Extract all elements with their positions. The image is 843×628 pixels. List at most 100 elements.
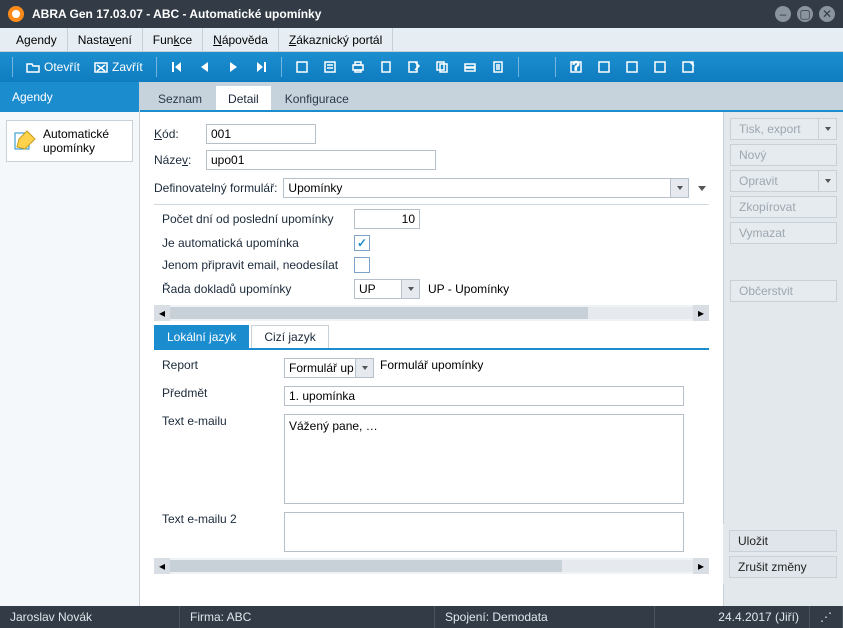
sidebar: Agendy Automatické upomínky bbox=[0, 82, 140, 606]
tb-help-4[interactable] bbox=[648, 56, 672, 78]
nav-prev-button[interactable] bbox=[193, 56, 217, 78]
doc-icon bbox=[295, 60, 309, 74]
tb-btn-2[interactable] bbox=[318, 56, 342, 78]
dni-input[interactable] bbox=[354, 209, 420, 229]
vymazat-button[interactable]: Vymazat bbox=[730, 222, 837, 244]
tab-konfigurace[interactable]: Konfigurace bbox=[273, 86, 361, 110]
predmet-input[interactable] bbox=[284, 386, 684, 406]
report-desc: Formulář upomínky bbox=[380, 358, 483, 372]
defform-dropdown-button[interactable] bbox=[670, 179, 688, 197]
zrusit-button[interactable]: Zrušit změny bbox=[729, 556, 837, 578]
status-user: Jaroslav Novák bbox=[0, 606, 180, 628]
jen-checkbox[interactable] bbox=[354, 257, 370, 273]
rada-value: UP bbox=[359, 282, 376, 296]
scroll-left-icon[interactable]: ◂ bbox=[154, 305, 170, 321]
kod-input[interactable] bbox=[206, 124, 316, 144]
toolbar: Otevřít Zavřít ? bbox=[0, 52, 843, 82]
status-firma: Firma: ABC bbox=[180, 606, 435, 628]
help2-icon bbox=[597, 60, 611, 74]
maximize-button[interactable]: ▢ bbox=[797, 6, 813, 22]
minimize-button[interactable]: – bbox=[775, 6, 791, 22]
tb-btn-4[interactable] bbox=[374, 56, 398, 78]
text1-textarea[interactable] bbox=[284, 414, 684, 504]
rada-combo[interactable]: UP bbox=[354, 279, 420, 299]
menu-napoveda[interactable]: Nápověda bbox=[203, 28, 279, 51]
sidebar-item-label: Automatické upomínky bbox=[43, 127, 126, 155]
open-button[interactable]: Otevřít bbox=[21, 56, 85, 78]
report-label: Report bbox=[154, 358, 284, 372]
sidebar-item-auto-upominky[interactable]: Automatické upomínky bbox=[6, 120, 133, 162]
status-spojeni: Spojení: Demodata bbox=[435, 606, 655, 628]
copy-icon bbox=[435, 60, 449, 74]
dni-label: Počet dní od poslední upomínky bbox=[154, 212, 354, 226]
hscroll-top[interactable]: ◂ ▸ bbox=[154, 305, 709, 321]
doc2-icon bbox=[323, 60, 337, 74]
open-label: Otevřít bbox=[44, 60, 80, 74]
scroll-right-icon[interactable]: ▸ bbox=[693, 305, 709, 321]
nav-next-icon bbox=[226, 60, 240, 74]
menu-portal[interactable]: Zákaznický portál bbox=[279, 28, 393, 51]
sidebar-header: Agendy bbox=[0, 82, 139, 112]
tisk-export-button[interactable]: Tisk, export bbox=[730, 118, 837, 140]
nav-first-button[interactable] bbox=[165, 56, 189, 78]
tb-help-3[interactable] bbox=[620, 56, 644, 78]
menu-funkce[interactable]: Funkce bbox=[143, 28, 203, 51]
tb-btn-7[interactable] bbox=[458, 56, 482, 78]
tb-help-2[interactable] bbox=[592, 56, 616, 78]
notepad-pencil-icon bbox=[13, 127, 37, 155]
close-button[interactable]: ✕ bbox=[819, 6, 835, 22]
nav-next-button[interactable] bbox=[221, 56, 245, 78]
predmet-label: Předmět bbox=[154, 386, 284, 400]
menu-nastaveni[interactable]: Nastavení bbox=[68, 28, 143, 51]
app-logo-icon bbox=[8, 6, 24, 22]
help4-icon bbox=[653, 60, 667, 74]
subtab-lokalni[interactable]: Lokální jazyk bbox=[154, 325, 249, 348]
folder-close-icon bbox=[94, 60, 108, 74]
defform-extra-dropdown[interactable] bbox=[695, 181, 709, 195]
scroll-left2-icon[interactable]: ◂ bbox=[154, 558, 170, 574]
tb-help-5[interactable] bbox=[676, 56, 700, 78]
rada-dropdown-button[interactable] bbox=[401, 280, 419, 298]
tb-help-1[interactable]: ? bbox=[564, 56, 588, 78]
right-action-panel: Tisk, export Nový Opravit Zkopírovat Vym… bbox=[723, 112, 843, 606]
defform-combo[interactable]: Upomínky bbox=[283, 178, 689, 198]
edit-icon bbox=[407, 60, 421, 74]
tb-copy-button[interactable] bbox=[430, 56, 454, 78]
tb-print-button[interactable] bbox=[346, 56, 370, 78]
report-value: Formulář up bbox=[289, 361, 354, 375]
nazev-label: Název: bbox=[154, 153, 206, 167]
page-icon bbox=[379, 60, 393, 74]
tab-detail[interactable]: Detail bbox=[216, 86, 271, 110]
report-dropdown-button[interactable] bbox=[355, 359, 373, 377]
text2-label: Text e-mailu 2 bbox=[154, 512, 284, 526]
zkopirovat-button[interactable]: Zkopírovat bbox=[730, 196, 837, 218]
opravit-split[interactable] bbox=[818, 171, 836, 191]
tab-seznam[interactable]: Seznam bbox=[146, 86, 214, 110]
main-tabs: Seznam Detail Konfigurace bbox=[140, 82, 723, 112]
tb-btn-1[interactable] bbox=[290, 56, 314, 78]
rada-label: Řada dokladů upomínky bbox=[154, 282, 354, 296]
tb-btn-8[interactable] bbox=[486, 56, 510, 78]
help1-icon: ? bbox=[569, 60, 583, 74]
ulozit-button[interactable]: Uložit bbox=[729, 530, 837, 552]
tisk-export-split[interactable] bbox=[818, 119, 836, 139]
text2-textarea[interactable] bbox=[284, 512, 684, 552]
print-icon bbox=[351, 60, 365, 74]
hscroll-bottom[interactable]: ◂ ▸ bbox=[154, 558, 709, 574]
nazev-input[interactable] bbox=[206, 150, 436, 170]
opravit-button[interactable]: Opravit bbox=[730, 170, 837, 192]
subtab-cizi[interactable]: Cizí jazyk bbox=[251, 325, 328, 348]
obcerstvit-button[interactable]: Občerstvit bbox=[730, 280, 837, 302]
close-agenda-button[interactable]: Zavřít bbox=[89, 56, 148, 78]
tb-edit-button[interactable] bbox=[402, 56, 426, 78]
nav-last-button[interactable] bbox=[249, 56, 273, 78]
defform-label: Definovatelný formulář: bbox=[154, 181, 277, 195]
auto-checkbox[interactable] bbox=[354, 235, 370, 251]
text1-label: Text e-mailu bbox=[154, 414, 284, 428]
novy-button[interactable]: Nový bbox=[730, 144, 837, 166]
report-combo[interactable]: Formulář up bbox=[284, 358, 374, 378]
stack-icon bbox=[463, 60, 477, 74]
menu-agendy[interactable]: Agendy bbox=[6, 28, 68, 51]
page-lines-icon bbox=[491, 60, 505, 74]
scroll-right2-icon[interactable]: ▸ bbox=[693, 558, 709, 574]
